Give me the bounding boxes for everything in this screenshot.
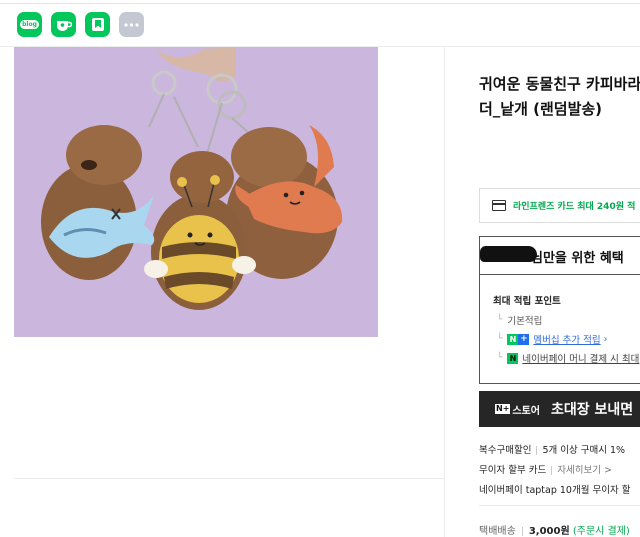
cafe-cup-icon [56,20,72,31]
naverpay-points-row[interactable]: └ N 네이버페이 머니 결제 시 최대 [497,351,639,365]
shipping-divider [479,505,640,506]
shipping-note: (주문시 결제) [572,526,630,537]
card-benefit-text: 라인프렌즈 카드 최대 240원 적 [513,202,636,212]
share-bar: blog [17,12,144,37]
product-title: 귀여운 동물친구 카피바라 더_낱개 (랜덤발송) [479,72,640,122]
tree-branch-icon: └ [497,315,503,325]
tree-branch-icon: └ [497,353,503,363]
max-points-label: 최대 적립 포인트 [493,296,561,307]
taptap-text: 네이버페이 taptap 10개월 무이자 할 [479,485,631,496]
naver-plus-store-logo: N+ 스토어 [495,404,541,417]
multi-buy-value: 5개 이상 구매시 1% [542,445,626,456]
blog-icon: blog [20,20,39,29]
installment-label: 무이자 할부 카드 [479,465,547,476]
store-invite-banner[interactable]: N+ 스토어 초대장 보내면 [479,391,640,427]
shipping-price: 3,000원 [528,526,570,537]
benefit-box: 님만을 위한 혜택 최대 적립 포인트 └ 기본적립 └ N + 멤버십 추가 적… [479,236,640,384]
store-banner-text: 초대장 보내면 [551,402,634,418]
redacted-username [480,246,537,262]
basic-points-label: 기본적립 [507,316,543,327]
column-divider [444,46,445,537]
product-image[interactable] [14,47,378,337]
tree-branch-icon: └ [497,334,503,344]
product-title-line2: 더_낱개 (랜덤발송) [479,100,603,118]
more-dots-icon [124,22,139,27]
top-divider [0,3,640,4]
installment-detail-link[interactable]: 자세히보기 > [557,465,612,476]
bookmark-icon [91,18,104,31]
multi-buy-row: 복수구매할인 5개 이상 구매시 1% [479,442,625,456]
multi-buy-label: 복수구매할인 [479,445,532,456]
naverpay-money-link[interactable]: 네이버페이 머니 결제 시 최대 [522,351,639,365]
credit-card-icon [492,200,506,211]
basic-points-row: └ 기본적립 [497,313,542,327]
membership-points-row[interactable]: └ N + 멤버십 추가 적립 › [497,332,607,346]
more-share-button[interactable] [119,12,144,37]
benefit-title: 님만을 위한 혜택 [531,251,624,266]
shipping-label: 택배배송 [479,526,516,537]
blog-share-button[interactable]: blog [17,12,42,37]
naverpay-icon: N [507,352,519,364]
bookmark-share-button[interactable] [85,12,110,37]
card-benefit-banner[interactable]: 라인프렌즈 카드 최대 240원 적 [479,188,640,223]
product-title-line1: 귀여운 동물친구 카피바라 [479,75,640,93]
taptap-row: 네이버페이 taptap 10개월 무이자 할 [479,482,630,496]
shipping-row: 택배배송 3,000원 (주문시 결제) [479,522,630,537]
chevron-right-icon: › [603,333,608,345]
cafe-share-button[interactable] [51,12,76,37]
naver-plus-icon: N + [507,333,530,345]
thumbnail-divider [14,478,444,479]
membership-extra-link[interactable]: 멤버십 추가 적립 [533,332,600,346]
installment-row: 무이자 할부 카드 자세히보기 > [479,462,612,476]
benefit-header: 님만을 위한 혜택 [480,237,640,275]
